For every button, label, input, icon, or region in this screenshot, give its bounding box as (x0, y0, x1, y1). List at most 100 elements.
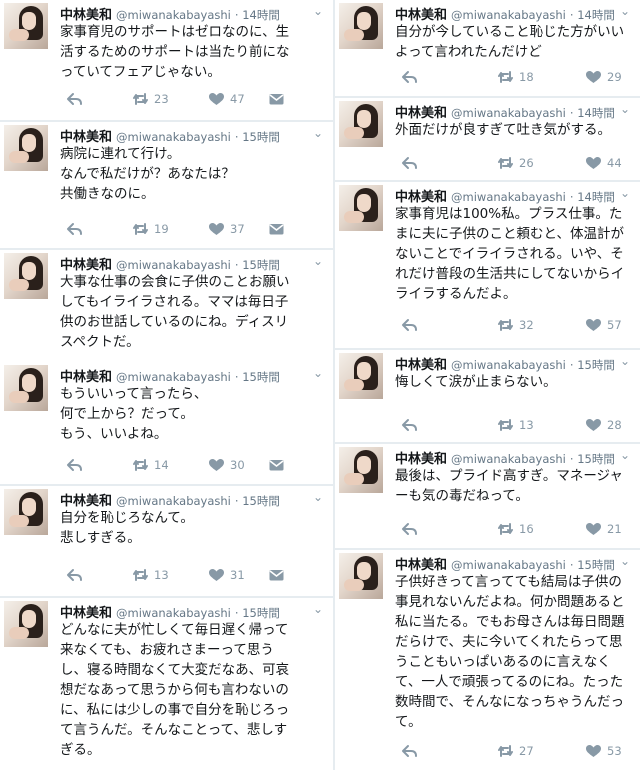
user-handle[interactable]: @miwanakabayashi (451, 8, 566, 22)
chevron-down-icon[interactable]: ⌄ (620, 554, 630, 568)
retweet-button[interactable]: 16 (497, 522, 534, 536)
like-button[interactable]: 30 (208, 458, 245, 472)
avatar[interactable] (339, 447, 383, 493)
tweet-card[interactable]: 中林美和 @miwanakabayashi · 14時間 ⌄ 外面だけが良すぎて吐き気が… (335, 98, 640, 180)
display-name[interactable]: 中林美和 (395, 8, 447, 23)
avatar[interactable] (339, 353, 383, 399)
timestamp[interactable]: · 14時間 (570, 190, 615, 204)
display-name[interactable]: 中林美和 (60, 494, 112, 509)
timestamp[interactable]: · 14時間 (235, 8, 280, 22)
tweet-card[interactable]: 中林美和 @miwanakabayashi · 14時間 ⌄ 家事育児は100%私。プラ… (335, 182, 640, 348)
chevron-down-icon[interactable]: ⌄ (313, 602, 323, 616)
user-handle[interactable]: @miwanakabayashi (116, 8, 231, 22)
avatar[interactable] (339, 553, 383, 599)
display-name[interactable]: 中林美和 (395, 452, 447, 467)
timestamp[interactable]: · 15時間 (570, 358, 615, 372)
timestamp[interactable]: · 15時間 (235, 370, 280, 384)
chevron-down-icon[interactable]: ⌄ (313, 490, 323, 504)
display-name[interactable]: 中林美和 (395, 558, 447, 573)
reply-button[interactable] (66, 568, 83, 582)
dm-button[interactable] (268, 92, 285, 106)
avatar[interactable] (4, 601, 48, 647)
chevron-down-icon[interactable]: ⌄ (620, 102, 630, 116)
avatar[interactable] (4, 3, 48, 49)
user-handle[interactable]: @miwanakabayashi (116, 258, 231, 272)
reply-button[interactable] (401, 418, 418, 432)
like-button[interactable]: 37 (208, 222, 245, 236)
like-button[interactable]: 31 (208, 568, 245, 582)
dm-button[interactable] (268, 568, 285, 582)
tweet-card[interactable]: 中林美和 @miwanakabayashi · 15時間 ⌄ 自分を恥じろなんて。 悲しす… (0, 486, 333, 596)
avatar[interactable] (4, 253, 48, 299)
reply-button[interactable] (66, 222, 83, 236)
timestamp[interactable]: · 14時間 (570, 8, 615, 22)
user-handle[interactable]: @miwanakabayashi (451, 358, 566, 372)
user-handle[interactable]: @miwanakabayashi (451, 558, 566, 572)
tweet-card[interactable]: 中林美和 @miwanakabayashi · 15時間 ⌄ 最後は、プライド高すぎ。マ… (335, 444, 640, 548)
tweet-card[interactable]: 中林美和 @miwanakabayashi · 15時間 ⌄ 悔しくて涙が止まらない。 1… (335, 350, 640, 442)
timestamp[interactable]: · 15時間 (235, 494, 280, 508)
user-handle[interactable]: @miwanakabayashi (451, 452, 566, 466)
retweet-button[interactable]: 23 (132, 92, 169, 106)
timestamp[interactable]: · 15時間 (570, 452, 615, 466)
chevron-down-icon[interactable]: ⌄ (620, 4, 630, 18)
like-button[interactable]: 57 (585, 318, 622, 332)
timestamp[interactable]: · 15時間 (235, 130, 280, 144)
user-handle[interactable]: @miwanakabayashi (451, 190, 566, 204)
chevron-down-icon[interactable]: ⌄ (620, 448, 630, 462)
avatar[interactable] (4, 365, 48, 411)
like-button[interactable]: 53 (585, 744, 622, 758)
tweet-card[interactable]: 中林美和 @miwanakabayashi · 15時間 ⌄ もういいって言ったら、 何で… (0, 362, 333, 484)
user-handle[interactable]: @miwanakabayashi (116, 494, 231, 508)
like-button[interactable]: 44 (585, 156, 622, 170)
like-button[interactable]: 21 (585, 522, 622, 536)
display-name[interactable]: 中林美和 (395, 106, 447, 121)
like-button[interactable]: 28 (585, 418, 622, 432)
chevron-down-icon[interactable]: ⌄ (620, 354, 630, 368)
reply-button[interactable] (401, 156, 418, 170)
retweet-button[interactable]: 19 (132, 222, 169, 236)
avatar[interactable] (4, 125, 48, 171)
reply-button[interactable] (401, 70, 418, 84)
tweet-card[interactable]: 中林美和 @miwanakabayashi · 14時間 ⌄ 自分が今していること恥じた… (335, 0, 640, 96)
chevron-down-icon[interactable]: ⌄ (313, 254, 323, 268)
display-name[interactable]: 中林美和 (60, 370, 112, 385)
avatar[interactable] (339, 3, 383, 49)
retweet-button[interactable]: 13 (497, 418, 534, 432)
retweet-button[interactable]: 13 (132, 568, 169, 582)
tweet-card[interactable]: 中林美和 @miwanakabayashi · 15時間 ⌄ 大事な仕事の会食に子供のこ… (0, 250, 333, 368)
reply-button[interactable] (66, 458, 83, 472)
display-name[interactable]: 中林美和 (60, 8, 112, 23)
dm-button[interactable] (268, 458, 285, 472)
dm-button[interactable] (268, 222, 285, 236)
display-name[interactable]: 中林美和 (60, 606, 112, 621)
user-handle[interactable]: @miwanakabayashi (116, 370, 231, 384)
user-handle[interactable]: @miwanakabayashi (451, 106, 566, 120)
chevron-down-icon[interactable]: ⌄ (313, 126, 323, 140)
chevron-down-icon[interactable]: ⌄ (313, 366, 323, 380)
retweet-button[interactable]: 27 (497, 744, 534, 758)
reply-button[interactable] (401, 744, 418, 758)
avatar[interactable] (339, 185, 383, 231)
retweet-button[interactable]: 26 (497, 156, 534, 170)
retweet-button[interactable]: 32 (497, 318, 534, 332)
avatar[interactable] (339, 101, 383, 147)
reply-button[interactable] (66, 92, 83, 106)
display-name[interactable]: 中林美和 (60, 258, 112, 273)
retweet-button[interactable]: 14 (132, 458, 169, 472)
tweet-card[interactable]: 中林美和 @miwanakabayashi · 15時間 ⌄ どんなに夫が忙しくて毎日遅… (0, 598, 333, 770)
avatar[interactable] (4, 489, 48, 535)
tweet-card[interactable]: 中林美和 @miwanakabayashi · 14時間 ⌄ 家事育児のサポートはゼロな… (0, 0, 333, 120)
timestamp[interactable]: · 15時間 (235, 258, 280, 272)
tweet-card[interactable]: 中林美和 @miwanakabayashi · 15時間 ⌄ 病院に連れて行け。 なんで私… (0, 122, 333, 248)
like-button[interactable]: 47 (208, 92, 245, 106)
reply-button[interactable] (401, 318, 418, 332)
timestamp[interactable]: · 15時間 (570, 558, 615, 572)
reply-button[interactable] (401, 522, 418, 536)
retweet-button[interactable]: 18 (497, 70, 534, 84)
like-button[interactable]: 29 (585, 70, 622, 84)
chevron-down-icon[interactable]: ⌄ (620, 186, 630, 200)
user-handle[interactable]: @miwanakabayashi (116, 606, 231, 620)
display-name[interactable]: 中林美和 (60, 130, 112, 145)
display-name[interactable]: 中林美和 (395, 358, 447, 373)
